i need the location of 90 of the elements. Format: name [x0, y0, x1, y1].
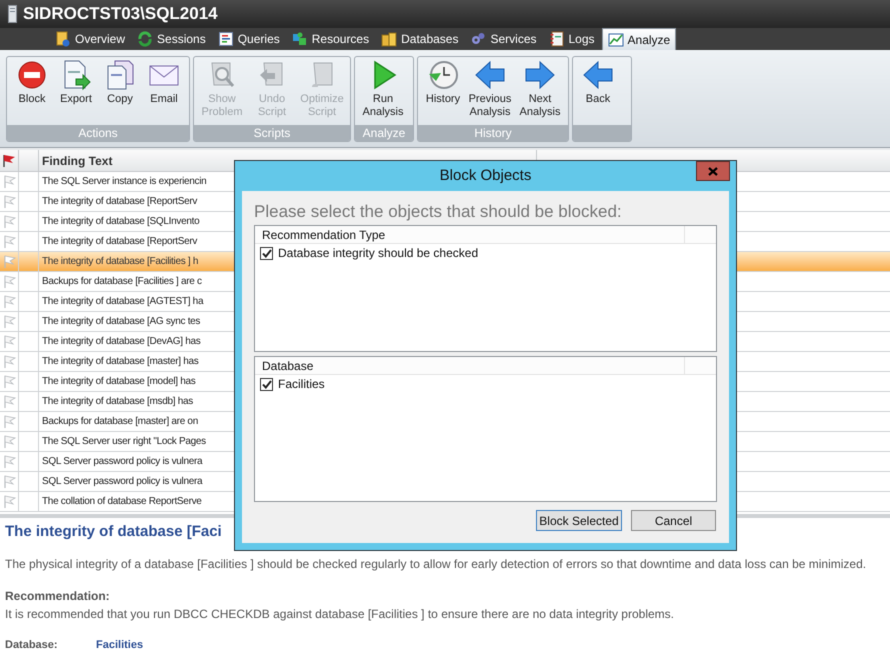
page-icon	[55, 31, 71, 47]
table-cell-text: SQL Server password policy is vulnera	[41, 455, 204, 469]
ribbon-button[interactable]: Previous Analysis	[466, 59, 514, 119]
table-cell-text: The integrity of database [msdb] has	[41, 395, 194, 409]
flag-icon	[2, 434, 16, 448]
ribbon-button[interactable]: Run Analysis	[359, 59, 407, 119]
table-cell-text: The SQL Server instance is experiencin	[41, 175, 208, 189]
column-header[interactable]: Recommendation Type	[255, 226, 685, 243]
left-arrow-icon	[582, 59, 614, 91]
ribbon-button[interactable]: Block	[11, 59, 53, 106]
tab[interactable]: Services	[465, 28, 542, 50]
table-cell-text: The integrity of database [master] has	[41, 355, 200, 369]
flag-icon	[2, 394, 16, 408]
window-title: SIDROCTST03\SQL2014	[23, 3, 218, 26]
flag-icon	[2, 274, 16, 288]
tab[interactable]: Resources	[286, 28, 374, 50]
cycle-icon	[137, 31, 154, 47]
notebook-icon	[548, 31, 564, 47]
recommendation-label: Recommendation:	[5, 588, 111, 605]
flag-icon	[2, 454, 16, 468]
server-icon	[8, 5, 17, 23]
flag-icon	[2, 354, 16, 368]
flag-icon	[2, 374, 16, 388]
group-label: History	[418, 125, 568, 141]
table-cell-text: Backups for database [Facilities ] are c	[41, 275, 203, 289]
table-cell-text: The integrity of database [ReportServ	[41, 195, 198, 209]
ribbon-button[interactable]: Next Analysis	[516, 59, 564, 119]
tab[interactable]: Logs	[544, 28, 600, 50]
table-cell-text: The integrity of database [SQLInvento	[41, 215, 200, 229]
ribbon-button[interactable]: History	[422, 59, 464, 106]
flag-icon	[2, 294, 16, 308]
tab[interactable]: Analyze	[602, 28, 676, 50]
ribbon-button[interactable]: Export	[55, 59, 97, 106]
group-label: Analyze	[355, 125, 413, 141]
recommendation-text: It is recommended that you run DBCC CHECKDB against database [Facilities ] to ensure there are no data integrity problems.	[5, 606, 675, 623]
flag-icon	[2, 214, 16, 228]
table-cell-text: The integrity of database [ReportServ	[41, 235, 198, 249]
flag-icon	[2, 254, 16, 268]
flag-icon	[2, 314, 16, 328]
right-arrow-icon	[524, 59, 556, 91]
flag-icon	[2, 494, 16, 508]
flag-icon	[2, 334, 16, 348]
finding-heading: The integrity of database [Faci	[5, 522, 222, 542]
left-arrow-icon	[474, 59, 506, 91]
tab[interactable]: Sessions	[132, 28, 211, 50]
finding-description: The physical integrity of a database [Facilities ] should be checked regularly to allow for early detection of errors so that downtime and data loss can be minimized.	[5, 556, 868, 573]
table-cell-text: The integrity of database [Facilities ] h	[41, 255, 200, 269]
checkmark-icon	[262, 380, 272, 388]
gears-icon	[470, 31, 486, 47]
checkmark-icon	[262, 248, 272, 258]
tab[interactable]: Databases	[376, 28, 464, 50]
dialog-prompt: Please select the objects that should be blocked:	[254, 201, 623, 223]
table-cell-text: The integrity of database [AG sync tes	[41, 315, 202, 329]
puzzle-icon	[292, 31, 308, 47]
table-cell-text: The collation of database ReportServe	[41, 495, 203, 509]
flag-icon	[2, 154, 16, 168]
table-cell-text: The integrity of database [AGTEST] ha	[41, 295, 204, 309]
ribbon-button[interactable]: Email	[143, 59, 185, 106]
chart-icon	[608, 32, 624, 48]
table-cell-text: Backups for database [master] are on	[41, 415, 199, 429]
flag-icon	[2, 474, 16, 488]
ribbon-button[interactable]: Back	[577, 59, 619, 106]
table-cell-text: The SQL Server user right "Lock Pages	[41, 435, 207, 449]
item-label: Facilities	[278, 376, 325, 393]
field-value: Facilities	[96, 638, 144, 653]
field-label: Database:	[5, 638, 59, 653]
column-header[interactable]: Database	[255, 357, 685, 374]
ribbon-button[interactable]: Copy	[99, 59, 141, 106]
tab[interactable]: Queries	[212, 28, 285, 50]
dialog-button[interactable]: Cancel	[631, 510, 716, 531]
flag-icon	[2, 194, 16, 208]
group-label: Scripts	[194, 125, 350, 141]
flag-icon	[2, 234, 16, 248]
checkbox[interactable]	[260, 246, 273, 260]
clock-icon	[427, 59, 459, 91]
item-label: Database integrity should be checked	[278, 245, 478, 262]
table-cell-text: SQL Server password policy is vulnera	[41, 475, 204, 489]
close-button[interactable]	[696, 161, 730, 181]
list-icon	[218, 31, 234, 47]
checkbox[interactable]	[260, 378, 273, 390]
flag-icon	[2, 174, 16, 188]
tab[interactable]: Overview	[50, 28, 130, 50]
group-label: Actions	[7, 125, 189, 141]
flag-icon	[2, 414, 16, 428]
no-entry-icon	[16, 59, 48, 91]
table-cell-text: The integrity of database [DevAG] has	[41, 335, 202, 349]
close-icon	[708, 166, 718, 176]
dialog-button[interactable]: Block Selected	[536, 510, 622, 531]
table-cell-text: The integrity of database [model] has	[41, 375, 196, 389]
dialog-title: Block Objects	[440, 166, 532, 186]
